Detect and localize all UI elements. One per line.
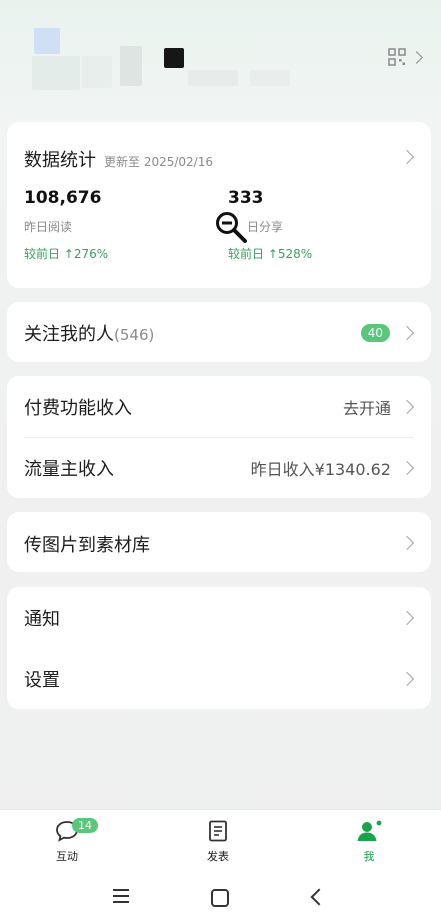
bottom-tab-bar: 14 互动 发表 我 <box>0 809 441 874</box>
stat-shares-change: 较前日 ↑528% <box>228 247 313 261</box>
stats-title: 数据统计 <box>24 150 96 171</box>
tab-interact[interactable]: 14 互动 <box>27 818 107 864</box>
income-card: 付费功能收入 去开通 流量主收入 昨日收入¥1340.62 <box>7 376 431 498</box>
chevron-right-icon <box>410 50 423 64</box>
stat-shares-label: 日分享 <box>247 220 284 234</box>
upload-label: 传图片到素材库 <box>24 535 150 556</box>
settings-row[interactable]: 设置 <box>7 648 431 709</box>
settings-card: 通知 设置 <box>7 587 431 709</box>
new-followers-badge: 40 <box>360 324 390 342</box>
chevron-right-icon <box>399 325 415 341</box>
chevron-right-icon <box>399 671 415 687</box>
tab-me[interactable]: 我 <box>329 820 409 864</box>
traffic-income-row[interactable]: 流量主收入 昨日收入¥1340.62 <box>7 437 431 498</box>
chevron-right-icon <box>399 460 415 476</box>
name-blur-5 <box>250 70 290 86</box>
traffic-income-value: 昨日收入¥1340.62 <box>250 459 391 479</box>
stats-card[interactable]: 数据统计 更新至 2025/02/16 108,676 昨日阅读 较前日 ↑27… <box>7 122 431 288</box>
upload-images-row[interactable]: 传图片到素材库 <box>7 512 431 572</box>
chevron-right-icon <box>399 399 415 415</box>
menu-icon[interactable] <box>113 889 129 903</box>
tab-label: 我 <box>363 850 375 863</box>
paid-feature-income-row[interactable]: 付费功能收入 去开通 <box>7 376 431 437</box>
followers-count: (546) <box>114 326 155 344</box>
qr-code-button[interactable] <box>388 48 423 66</box>
stat-reads-value: 108,676 <box>24 188 102 208</box>
zoom-out-icon[interactable] <box>214 210 248 244</box>
notifications-row[interactable]: 通知 <box>7 587 431 648</box>
person-icon <box>357 820 382 841</box>
followers-label: 关注我的人 <box>24 324 114 345</box>
chevron-right-icon <box>399 535 415 551</box>
paid-income-action: 去开通 <box>342 398 391 418</box>
name-blur-1 <box>82 56 112 88</box>
home-icon[interactable] <box>211 889 229 907</box>
tab-badge: 14 <box>72 818 98 833</box>
paid-income-label: 付费功能收入 <box>24 397 132 419</box>
avatar-blur-shadow <box>32 56 80 90</box>
profile-header[interactable] <box>0 0 441 118</box>
name-blur-4 <box>188 70 238 86</box>
name-blur-2 <box>120 46 142 86</box>
document-icon <box>209 820 227 842</box>
notifications-label: 通知 <box>24 608 60 630</box>
system-nav-bar <box>0 873 441 921</box>
stats-updated: 更新至 2025/02/16 <box>104 155 213 169</box>
chevron-right-icon <box>399 610 415 626</box>
avatar[interactable] <box>34 28 60 54</box>
tab-label: 发表 <box>207 850 229 863</box>
settings-label: 设置 <box>24 669 60 691</box>
qr-code-icon <box>388 48 406 66</box>
tab-publish[interactable]: 发表 <box>178 820 258 864</box>
back-icon[interactable] <box>310 888 328 906</box>
stat-reads-label: 昨日阅读 <box>24 220 73 234</box>
traffic-income-label: 流量主收入 <box>24 458 114 480</box>
stat-shares-value: 333 <box>228 188 264 208</box>
followers-row[interactable]: 关注我的人 (546) 40 <box>7 302 431 362</box>
tab-label: 互动 <box>56 850 78 863</box>
chevron-right-icon <box>399 149 415 165</box>
name-blur-3 <box>164 48 184 68</box>
stat-reads-change: 较前日 ↑276% <box>24 247 109 261</box>
